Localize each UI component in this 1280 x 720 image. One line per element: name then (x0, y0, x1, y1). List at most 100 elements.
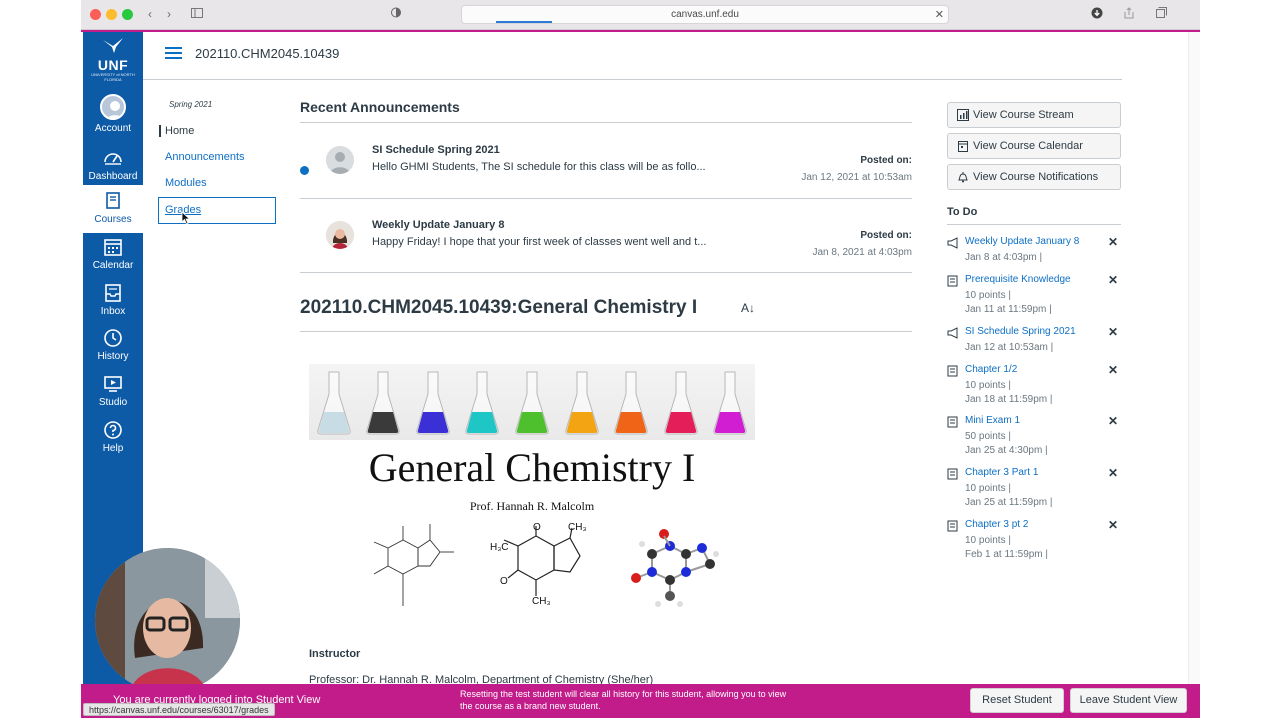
global-nav-studio[interactable]: Studio (83, 374, 143, 420)
posted-date: Jan 12, 2021 at 10:53am (801, 172, 912, 183)
banner-title: General Chemistry I (368, 445, 696, 490)
course-page-title: 202110.CHM2045.10439:General Chemistry I (300, 297, 698, 318)
todo-item-title[interactable]: Chapter 1/2 (965, 364, 1017, 375)
todo-item-meta: Jan 8 at 4:03pm | (965, 252, 1043, 263)
global-nav-calendar-label: Calendar (92, 260, 134, 271)
flask-6 (565, 371, 599, 435)
todo-item-title[interactable]: Chapter 3 pt 2 (965, 519, 1028, 530)
course-menu-toggle[interactable] (165, 47, 182, 60)
user-avatar-icon (100, 94, 126, 120)
breadcrumb-course[interactable]: 202110.CHM2045.10439 (195, 46, 339, 61)
leave-student-view-button[interactable]: Leave Student View (1070, 688, 1187, 713)
reset-student-button[interactable]: Reset Student (970, 688, 1064, 713)
osprey-icon (83, 36, 143, 58)
dismiss-todo-icon[interactable]: ✕ (1108, 518, 1118, 532)
megaphone-icon (947, 327, 958, 339)
course-nav-modules[interactable]: Modules (165, 177, 207, 189)
todo-item-title[interactable]: Mini Exam 1 (965, 415, 1020, 426)
global-nav-dashboard-label: Dashboard (88, 171, 138, 182)
stream-icon (957, 109, 969, 121)
global-nav-history[interactable]: History (83, 328, 143, 374)
header-divider (143, 79, 1122, 80)
todo-item-title[interactable]: Weekly Update January 8 (965, 236, 1079, 247)
posted-label: Posted on: (860, 155, 912, 166)
view-course-stream-label: View Course Stream (973, 109, 1074, 121)
announcement-title[interactable]: SI Schedule Spring 2021 (372, 144, 500, 156)
sidebar-toggle-icon[interactable] (189, 7, 205, 22)
announcement-item[interactable]: Weekly Update January 8 Happy Friday! I … (300, 212, 912, 286)
download-icon[interactable] (1089, 7, 1105, 22)
view-course-calendar-button[interactable]: View Course Calendar (947, 133, 1121, 159)
view-course-notifications-button[interactable]: View Course Notifications (947, 164, 1121, 190)
course-nav-home[interactable]: Home (159, 125, 194, 137)
view-course-stream-button[interactable]: View Course Stream (947, 102, 1121, 128)
dismiss-todo-icon[interactable]: ✕ (1108, 235, 1118, 249)
unread-indicator-icon (300, 166, 309, 175)
svg-text:O: O (533, 522, 541, 533)
browser-toolbar: ‹ › canvas.unf.edu ✕ (81, 0, 1200, 30)
todo-item-meta: Jan 12 at 10:53am | (965, 342, 1054, 353)
posted-date: Jan 8, 2021 at 4:03pm (812, 247, 912, 258)
global-nav-inbox[interactable]: Inbox (83, 283, 143, 329)
logo-text: UNF (97, 57, 129, 73)
stop-loading-icon[interactable]: ✕ (935, 8, 944, 21)
calendar-icon (104, 239, 122, 256)
screen: ‹ › canvas.unf.edu ✕ UNF UNIVERSITY of N… (0, 0, 1280, 720)
student-view-top-border (81, 30, 1200, 32)
dismiss-todo-icon[interactable]: ✕ (1108, 325, 1118, 339)
share-icon[interactable] (1121, 7, 1137, 22)
course-nav-announcements[interactable]: Announcements (165, 151, 245, 163)
address-text: canvas.unf.edu (671, 9, 739, 20)
address-bar[interactable]: canvas.unf.edu ✕ (461, 5, 949, 24)
unf-logo[interactable]: UNF UNIVERSITY of NORTH FLORIDA (83, 36, 143, 88)
todo-item-due: Jan 18 at 11:59pm | (965, 394, 1053, 405)
global-nav-courses[interactable]: Courses (83, 185, 143, 233)
todo-item-due: Jan 25 at 11:59pm | (965, 497, 1053, 508)
announcement-title[interactable]: Weekly Update January 8 (372, 219, 504, 231)
todo-item-title[interactable]: Chapter 3 Part 1 (965, 467, 1038, 478)
logo-subtext: UNIVERSITY of NORTH FLORIDA (91, 72, 135, 82)
flask-1 (317, 371, 351, 435)
dismiss-todo-icon[interactable]: ✕ (1108, 414, 1118, 428)
svg-text:CH₃: CH₃ (532, 596, 551, 607)
flask-5 (515, 371, 549, 435)
todo-item-title[interactable]: Prerequisite Knowledge (965, 274, 1071, 285)
megaphone-icon (947, 237, 958, 249)
page-scrollbar[interactable] (1188, 32, 1200, 684)
assignment-icon (947, 416, 958, 428)
todo-item-title[interactable]: SI Schedule Spring 2021 (965, 326, 1076, 337)
zoom-window-button[interactable] (122, 9, 133, 20)
divider (300, 331, 912, 332)
announcement-item[interactable]: SI Schedule Spring 2021 Hello GHMI Stude… (300, 137, 912, 211)
svg-text:O: O (500, 576, 508, 587)
flask-2 (366, 371, 400, 435)
global-nav-account[interactable]: Account (83, 94, 143, 140)
assignment-icon (947, 275, 958, 287)
minimize-window-button[interactable] (106, 9, 117, 20)
close-window-button[interactable] (90, 9, 101, 20)
announcement-excerpt: Hello GHMI Students, The SI schedule for… (372, 161, 706, 173)
student-view-notice-line1: Resetting the test student will clear al… (460, 689, 787, 699)
global-nav-calendar[interactable]: Calendar (83, 237, 143, 283)
back-icon[interactable]: ‹ (141, 7, 159, 22)
svg-text:CH₃: CH₃ (568, 522, 587, 533)
immersive-reader-icon[interactable]: A↓ (741, 301, 755, 315)
flask-4 (465, 371, 499, 435)
mouse-pointer-icon (181, 211, 191, 225)
dismiss-todo-icon[interactable]: ✕ (1108, 273, 1118, 287)
bell-icon (958, 172, 968, 183)
privacy-shield-icon[interactable] (388, 7, 404, 22)
assignment-icon (947, 468, 958, 480)
global-nav-history-label: History (97, 351, 129, 362)
global-nav-help[interactable]: Help (83, 420, 143, 466)
presenter-webcam-overlay (95, 548, 240, 693)
clock-icon (104, 329, 122, 347)
dismiss-todo-icon[interactable]: ✕ (1108, 466, 1118, 480)
divider (947, 224, 1121, 225)
flask-8 (664, 371, 698, 435)
student-view-notice: Resetting the test student will clear al… (460, 688, 786, 712)
global-nav-help-label: Help (102, 443, 124, 454)
tabs-overview-icon[interactable] (1153, 7, 1169, 22)
forward-icon[interactable]: › (160, 7, 178, 22)
dismiss-todo-icon[interactable]: ✕ (1108, 363, 1118, 377)
